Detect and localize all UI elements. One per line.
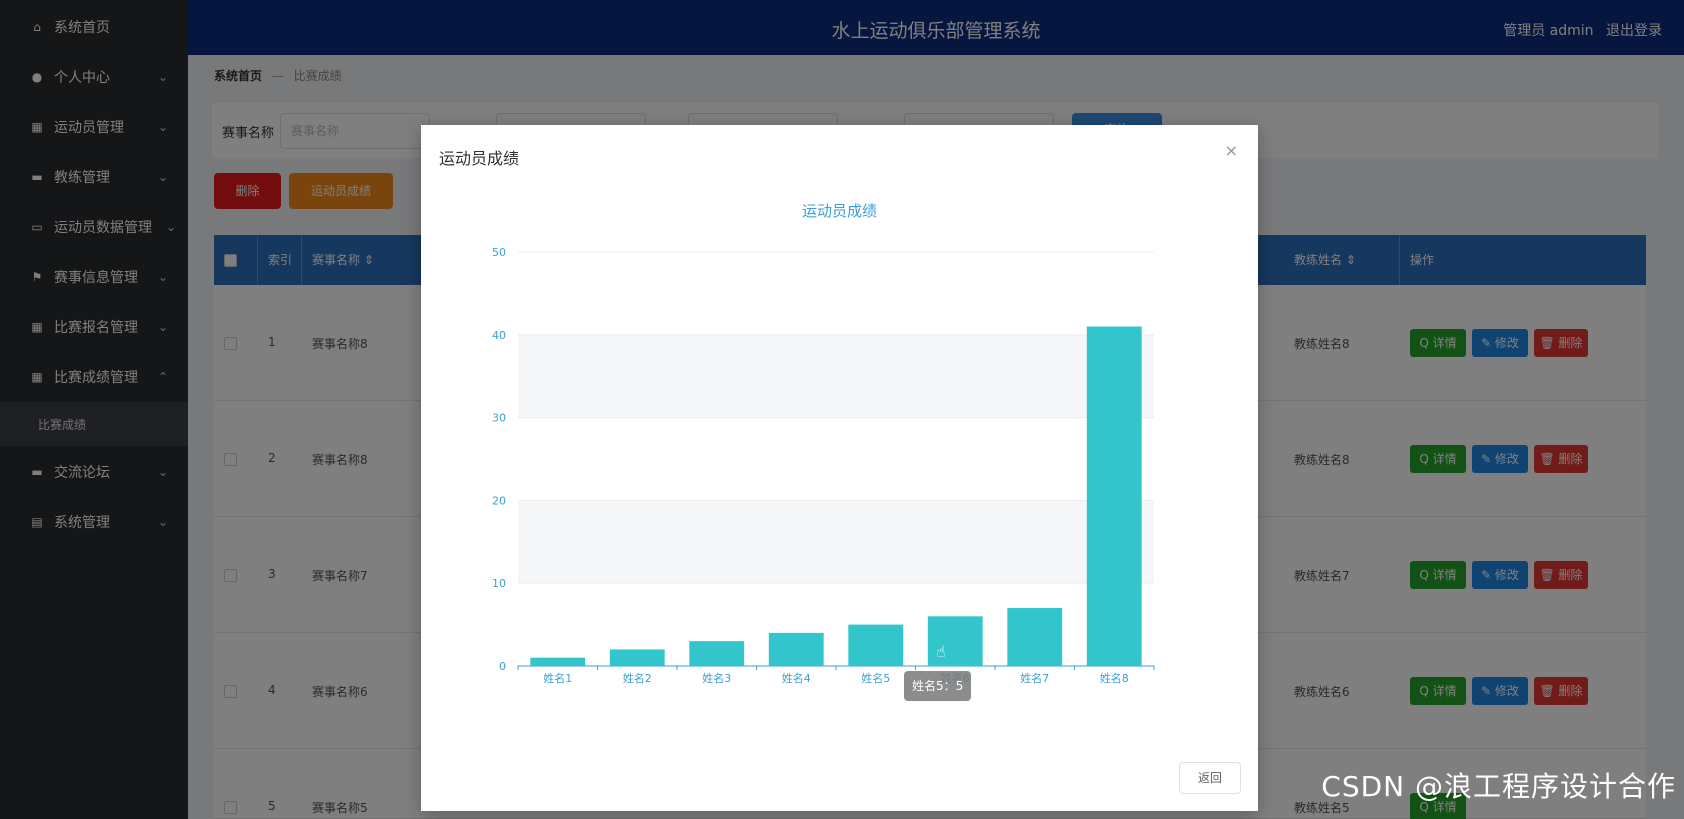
x-tick-label: 姓名4: [782, 671, 811, 685]
pointer-cursor-icon: ☝: [936, 642, 946, 661]
bar: [609, 649, 665, 666]
bar-chart: 01020304050姓名1姓名2姓名3姓名4姓名5姓名6姓名7姓名8: [492, 246, 1155, 685]
y-tick-label: 0: [499, 660, 506, 673]
y-tick-label: 40: [492, 329, 506, 342]
bar: [1007, 608, 1063, 666]
grid-band: [518, 334, 1154, 418]
x-tick-label: 姓名5: [861, 671, 890, 685]
grid-band: [518, 500, 1154, 584]
y-tick-label: 30: [492, 412, 506, 425]
y-tick-label: 50: [492, 246, 506, 259]
x-tick-label: 姓名7: [1020, 671, 1049, 685]
x-tick-label: 姓名1: [543, 671, 572, 685]
athlete-scores-modal: 运动员成绩 × 运动员成绩 0 10 20 30 40 50 姓名1 姓名2 姓名3 姓名4 姓名5…: [421, 125, 1258, 811]
x-tick-label: 姓名2: [623, 671, 652, 685]
bar: [530, 657, 586, 666]
return-button[interactable]: 返回: [1179, 762, 1241, 794]
watermark: CSDN @浪工程序设计合作: [1321, 770, 1676, 803]
bar: [1086, 326, 1142, 666]
bar: [848, 624, 904, 666]
chart-tooltip: 姓名5：5: [904, 671, 972, 701]
y-tick-label: 10: [492, 577, 506, 590]
bar: [768, 632, 824, 666]
bar: [689, 641, 745, 666]
y-tick-label: 20: [492, 494, 506, 507]
x-tick-label: 姓名3: [702, 671, 731, 685]
x-tick-label: 姓名8: [1100, 671, 1129, 685]
